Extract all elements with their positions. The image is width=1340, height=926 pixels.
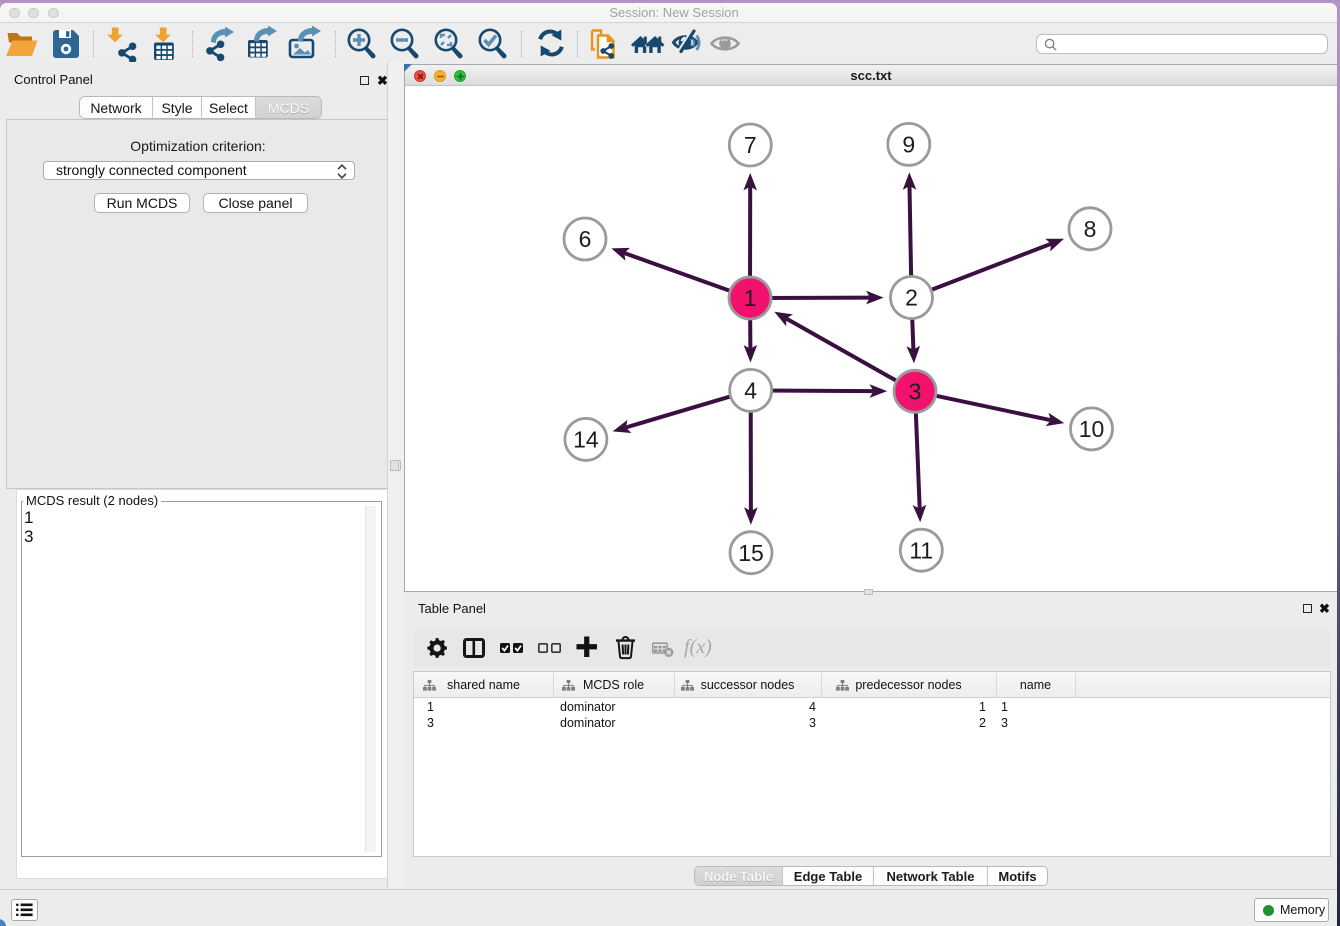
svg-text:9: 9	[902, 132, 915, 158]
svg-text:3: 3	[909, 379, 922, 405]
svg-text:10: 10	[1079, 416, 1105, 442]
svg-text:11: 11	[909, 537, 933, 563]
svg-text:8: 8	[1084, 216, 1097, 242]
svg-text:1: 1	[744, 285, 757, 311]
svg-text:14: 14	[573, 427, 599, 453]
svg-text:7: 7	[744, 132, 757, 158]
svg-text:6: 6	[579, 226, 592, 252]
svg-text:2: 2	[905, 285, 918, 311]
svg-text:4: 4	[744, 378, 757, 404]
svg-text:15: 15	[738, 540, 764, 566]
